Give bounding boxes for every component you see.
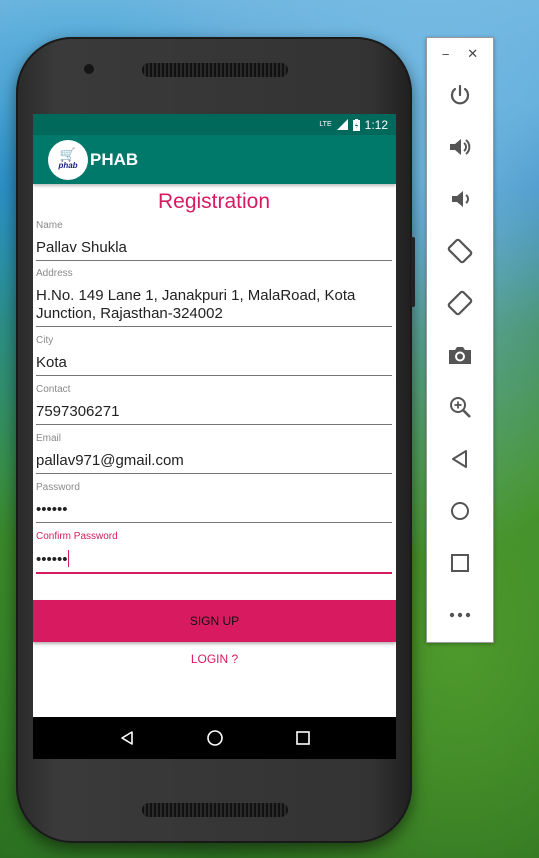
address-input[interactable]: H.No. 149 Lane 1, Janakpuri 1, MalaRoad,… bbox=[36, 287, 392, 327]
battery-icon bbox=[352, 118, 360, 131]
password-field[interactable]: Password •••••• bbox=[36, 481, 392, 523]
android-nav-bar bbox=[33, 717, 396, 759]
signup-button[interactable]: SIGN UP bbox=[33, 600, 396, 642]
text-cursor bbox=[67, 550, 69, 567]
city-label: City bbox=[36, 335, 54, 346]
network-label: LTE bbox=[319, 121, 332, 128]
overview-icon bbox=[451, 554, 469, 572]
rotate-right-button[interactable] bbox=[445, 288, 475, 318]
lte-icon: LTE bbox=[319, 121, 331, 128]
app-logo: 🛒 phab bbox=[48, 139, 88, 180]
name-input[interactable]: Pallav Shukla bbox=[36, 239, 392, 261]
volume-down-button[interactable] bbox=[445, 184, 475, 214]
email-field[interactable]: Email pallav971@gmail.com bbox=[36, 432, 392, 474]
password-input[interactable]: •••••• bbox=[36, 501, 392, 523]
front-camera bbox=[84, 64, 94, 74]
name-field[interactable]: Name Pallav Shukla bbox=[36, 219, 392, 261]
app-bar: 🛒 phab PHAB bbox=[33, 135, 396, 184]
home-icon bbox=[451, 502, 469, 520]
more-icon bbox=[449, 612, 471, 618]
email-input[interactable]: pallav971@gmail.com bbox=[36, 452, 392, 474]
contact-field[interactable]: Contact 7597306271 bbox=[36, 383, 392, 425]
camera-icon bbox=[449, 347, 471, 364]
zoom-button[interactable] bbox=[445, 392, 475, 422]
toolbar-window-controls: − ✕ bbox=[427, 38, 493, 70]
confirm-password-input[interactable]: •••••• bbox=[36, 550, 392, 574]
back-button[interactable] bbox=[445, 444, 475, 474]
status-time: 1:12 bbox=[364, 117, 388, 132]
confirm-password-field[interactable]: Confirm Password •••••• bbox=[36, 530, 392, 574]
address-line-1: H.No. 149 Lane 1, Janakpuri 1, MalaRoad,… bbox=[36, 287, 356, 304]
close-icon[interactable]: ✕ bbox=[467, 46, 478, 62]
volume-down-icon bbox=[452, 191, 469, 207]
app-title: PHAB bbox=[90, 149, 139, 169]
back-nav-icon[interactable] bbox=[119, 730, 135, 746]
home-nav-icon[interactable] bbox=[206, 729, 224, 747]
signal-icon bbox=[336, 119, 348, 130]
name-label: Name bbox=[36, 220, 63, 231]
address-line-2: Junction, Rajasthan-324002 bbox=[36, 305, 223, 322]
confirm-password-value: •••••• bbox=[36, 551, 68, 568]
screenshot-button[interactable] bbox=[445, 340, 475, 370]
logo-text: phab bbox=[58, 161, 78, 170]
volume-up-button[interactable] bbox=[445, 132, 475, 162]
volume-up-icon bbox=[450, 139, 471, 155]
login-link[interactable]: LOGIN ? bbox=[33, 652, 396, 666]
contact-input[interactable]: 7597306271 bbox=[36, 403, 392, 425]
rotate-left-icon bbox=[447, 238, 473, 264]
rotate-right-icon bbox=[447, 290, 473, 316]
page-title: Registration bbox=[157, 190, 271, 213]
bottom-speaker bbox=[142, 803, 288, 817]
email-label: Email bbox=[36, 433, 62, 444]
minimize-icon[interactable]: − bbox=[442, 47, 450, 62]
city-field[interactable]: City Kota bbox=[36, 334, 392, 376]
power-icon bbox=[450, 84, 470, 105]
power-button[interactable] bbox=[445, 80, 475, 110]
address-field[interactable]: Address H.No. 149 Lane 1, Janakpuri 1, M… bbox=[36, 267, 392, 327]
confirm-password-label: Confirm Password bbox=[36, 531, 118, 542]
rotate-left-button[interactable] bbox=[445, 236, 475, 266]
back-icon bbox=[452, 450, 467, 468]
cart-icon: 🛒 bbox=[59, 147, 77, 162]
zoom-icon bbox=[450, 397, 471, 418]
contact-label: Contact bbox=[36, 384, 71, 395]
status-bar: LTE 1:12 bbox=[33, 114, 396, 135]
device-screen: LTE 1:12 🛒 phab PHAB Registration Name P… bbox=[33, 114, 396, 759]
more-button[interactable] bbox=[445, 600, 475, 630]
registration-form: Registration Name Pallav Shukla Address … bbox=[33, 188, 396, 574]
home-button[interactable] bbox=[445, 496, 475, 526]
overview-button[interactable] bbox=[445, 548, 475, 578]
city-input[interactable]: Kota bbox=[36, 354, 392, 376]
side-button[interactable] bbox=[411, 237, 415, 307]
recents-nav-icon[interactable] bbox=[295, 730, 311, 746]
address-label: Address bbox=[36, 268, 73, 279]
top-speaker bbox=[142, 63, 288, 77]
password-label: Password bbox=[36, 482, 80, 493]
emulator-toolbar: − ✕ bbox=[426, 37, 494, 643]
